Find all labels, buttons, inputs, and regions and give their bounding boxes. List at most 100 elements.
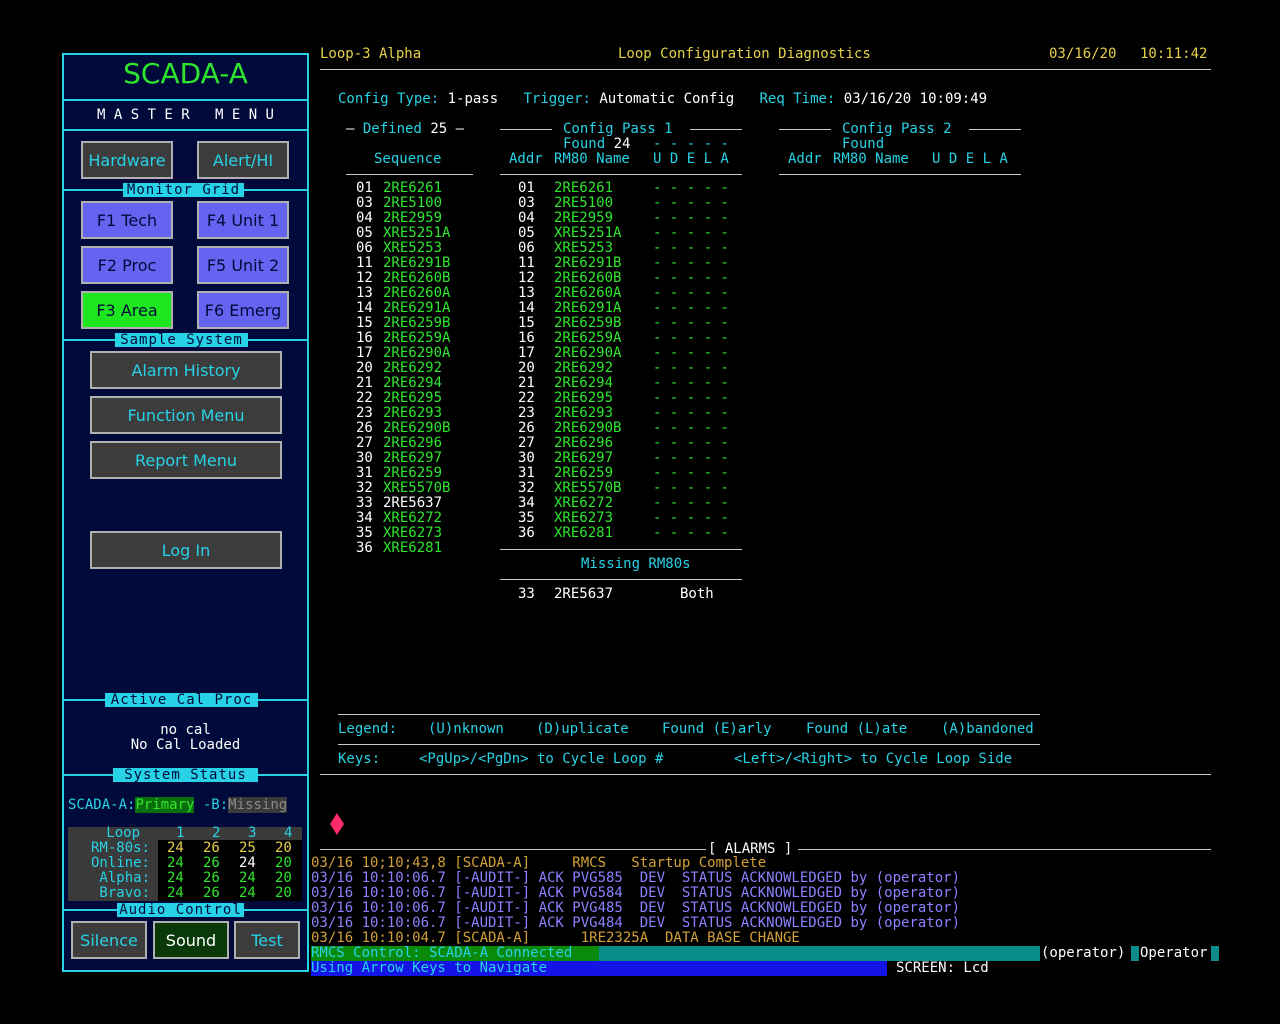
pass1-row-addr: 26 [518, 420, 535, 436]
pass1-row-addr: 30 [518, 450, 535, 466]
pass1-row-flags: - - - - - [653, 210, 729, 226]
f4-unit1-button[interactable]: F4 Unit 1 [197, 201, 289, 239]
defined-row-name: XRE6273 [383, 525, 443, 541]
legend-unknown: (U)nknown [428, 721, 504, 737]
pass1-row-addr: 15 [518, 315, 535, 331]
f3-area-button[interactable]: F3 Area [81, 291, 173, 329]
defined-row-name: 2RE6295 [383, 390, 443, 406]
alarm-row: 03/16 10;10;43,8 [SCADA-A] RMCS Startup … [311, 855, 767, 871]
pass1-row-name: 2RE6291A [554, 300, 622, 316]
f5-unit2-button[interactable]: F5 Unit 2 [197, 246, 289, 284]
trigger-value: Automatic Config [599, 91, 735, 107]
legend-abandoned: (A)bandoned [941, 721, 1034, 737]
alarm-indicator-icon [313, 797, 344, 835]
active-cal-proc-label: Active Cal Proc [105, 693, 258, 707]
keys-label: Keys: [338, 751, 381, 767]
defined-row-name: 2RE6294 [383, 375, 443, 391]
pass1-col-flags: U D E L A [653, 151, 729, 167]
divider [64, 129, 307, 131]
f2-proc-button[interactable]: F2 Proc [81, 246, 173, 284]
pass1-row-name: 2RE6295 [554, 390, 614, 406]
grid-header-loop: 4 [284, 825, 293, 841]
pass1-row-name: XRE5253 [554, 240, 614, 256]
pass1-col-name: RM80 Name [554, 151, 630, 167]
alarm-row: 03/16 10:10:06.7 [-AUDIT-] ACK PVG584 DE… [311, 885, 961, 901]
pass1-row-addr: 27 [518, 435, 535, 451]
silence-button[interactable]: Silence [71, 921, 147, 959]
hardware-button[interactable]: Hardware [81, 141, 173, 179]
defined-row-name: XRE5253 [383, 240, 443, 256]
pass1-row-name: 2RE6292 [554, 360, 614, 376]
defined-row-name: 2RE6290B [383, 420, 451, 436]
log-in-button[interactable]: Log In [90, 531, 282, 569]
config-summary: Config Type: 1-pass Trigger: Automatic C… [338, 91, 987, 107]
pass1-row-flags: - - - - - [653, 195, 729, 211]
pass1-flag-dashes: - - - - - [653, 136, 729, 152]
pass1-row-flags: - - - - - [653, 240, 729, 256]
pass1-row-addr: 34 [518, 495, 535, 511]
pass1-row-flags: - - - - - [653, 225, 729, 241]
grid-cell: 24 [167, 870, 184, 886]
sample-system-label: Sample System [115, 333, 248, 347]
content-bottom-divider [320, 774, 1211, 775]
pass2-divider [779, 174, 1021, 175]
defined-row-addr: 22 [356, 390, 373, 406]
operator-paren: (operator) [1041, 945, 1126, 961]
defined-row-name: 2RE6292 [383, 360, 443, 376]
pass1-row-flags: - - - - - [653, 480, 729, 496]
pass1-row-addr: 20 [518, 360, 535, 376]
defined-row-name: 2RE6297 [383, 450, 443, 466]
pass1-row-flags: - - - - - [653, 360, 729, 376]
pass2-col-addr: Addr [788, 151, 822, 167]
legend-early: Found (E)arly [662, 721, 772, 737]
defined-row-addr: 11 [356, 255, 373, 271]
defined-row-addr: 33 [356, 495, 373, 511]
config-type-value: 1-pass [447, 91, 499, 107]
pass1-row-name: 2RE6259B [554, 315, 622, 331]
report-menu-button[interactable]: Report Menu [90, 441, 282, 479]
grid-header-loop: 2 [212, 825, 221, 841]
missing-row-name: 2RE5637 [554, 586, 614, 602]
defined-row-name: 2RE6260A [383, 285, 451, 301]
test-button[interactable]: Test [234, 921, 300, 959]
defined-row-name: XRE5570B [383, 480, 451, 496]
defined-row-name: 2RE6291B [383, 255, 451, 271]
defined-row-name: 2RE6259 [383, 465, 443, 481]
defined-label: Defined [362, 121, 422, 137]
no-cal-loaded-text: No Cal Loaded [130, 737, 241, 753]
legend-label: Legend: [338, 721, 398, 737]
defined-row-addr: 03 [356, 195, 373, 211]
defined-divider [346, 174, 473, 175]
monitor-grid-label: Monitor Grid [123, 183, 244, 197]
defined-row-name: 2RE6259B [383, 315, 451, 331]
grid-row-label: Online: [90, 855, 150, 871]
alarm-history-button[interactable]: Alarm History [90, 351, 282, 389]
header-time: 10:11:42 [1140, 46, 1208, 62]
defined-row-addr: 06 [356, 240, 373, 256]
pass2-found-label: Found [842, 136, 885, 152]
legend-late: Found (L)ate [806, 721, 908, 737]
pass1-row-addr: 36 [518, 525, 535, 541]
pass1-row-name: 2RE6259A [554, 330, 622, 346]
legend-bottom-divider [338, 744, 1040, 745]
alert-hi-button[interactable]: Alert/HI [197, 141, 289, 179]
f6-emerg-button[interactable]: F6 Emerg [197, 291, 289, 329]
defined-header: — Defined 25 — [346, 121, 465, 137]
page-title: Loop Configuration Diagnostics [618, 46, 871, 62]
keys-left-right: <Left>/<Right> to Cycle Loop Side [734, 751, 1013, 767]
pass1-row-name: 2RE6291B [554, 255, 622, 271]
pass1-row-name: 2RE6259 [554, 465, 614, 481]
defined-row-addr: 16 [356, 330, 373, 346]
pass1-row-flags: - - - - - [653, 450, 729, 466]
alarms-rule-right [798, 849, 1211, 850]
f1-tech-button[interactable]: F1 Tech [81, 201, 173, 239]
function-menu-button[interactable]: Function Menu [90, 396, 282, 434]
pass1-row-name: 2RE5100 [554, 195, 614, 211]
grid-cell: 25 [239, 840, 256, 856]
pass1-row-flags: - - - - - [653, 420, 729, 436]
pass1-row-flags: - - - - - [653, 375, 729, 391]
grid-cell: 24 [167, 855, 184, 871]
alarm-row: 03/16 10:10:06.7 [-AUDIT-] ACK PVG484 DE… [311, 915, 961, 931]
sound-button[interactable]: Sound [153, 921, 229, 959]
pass1-header: Config Pass 1 [563, 121, 673, 137]
